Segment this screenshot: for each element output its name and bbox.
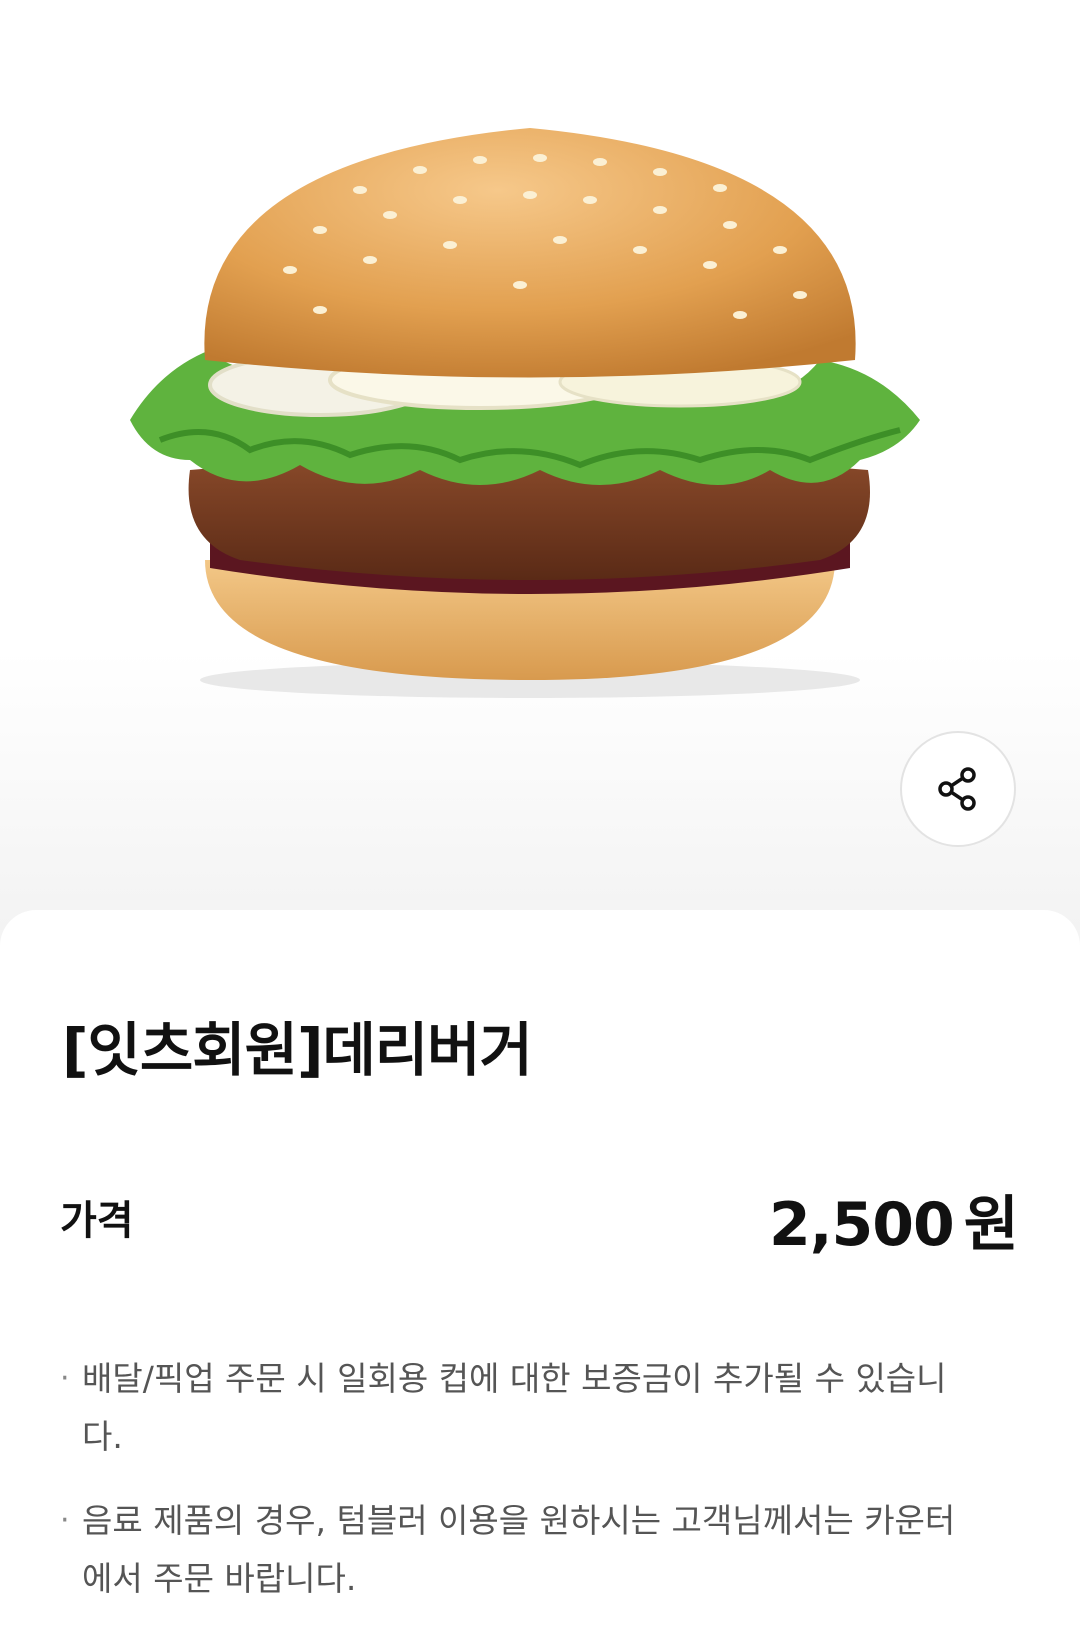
bullet-icon: · <box>60 1361 70 1396</box>
product-hero <box>0 0 1080 930</box>
share-button[interactable] <box>900 731 1016 847</box>
product-title: [잇츠회원]데리버거 <box>62 1016 533 1084</box>
notice-item: · 배달/픽업 주문 시 일회용 컵에 대한 보증금이 추가될 수 있습니다. <box>60 1350 960 1466</box>
notice-item: · 음료 제품의 경우, 텀블러 이용을 원하시는 고객님께서는 카운터에서 주… <box>60 1492 960 1608</box>
notice-list: · 배달/픽업 주문 시 일회용 컵에 대한 보증금이 추가될 수 있습니다. … <box>60 1350 960 1634</box>
burger-image <box>130 128 920 698</box>
share-icon <box>938 767 976 811</box>
notice-text: 배달/픽업 주문 시 일회용 컵에 대한 보증금이 추가될 수 있습니다. <box>82 1359 947 1456</box>
price-unit: 원 <box>963 1190 1019 1260</box>
notice-text: 음료 제품의 경우, 텀블러 이용을 원하시는 고객님께서는 카운터에서 주문 … <box>82 1501 956 1598</box>
price-amount: 2,500 <box>769 1190 955 1260</box>
bullet-icon: · <box>60 1503 70 1538</box>
price-label: 가격 <box>60 1198 134 1244</box>
price-value: 2,500 원 <box>769 1176 1019 1263</box>
